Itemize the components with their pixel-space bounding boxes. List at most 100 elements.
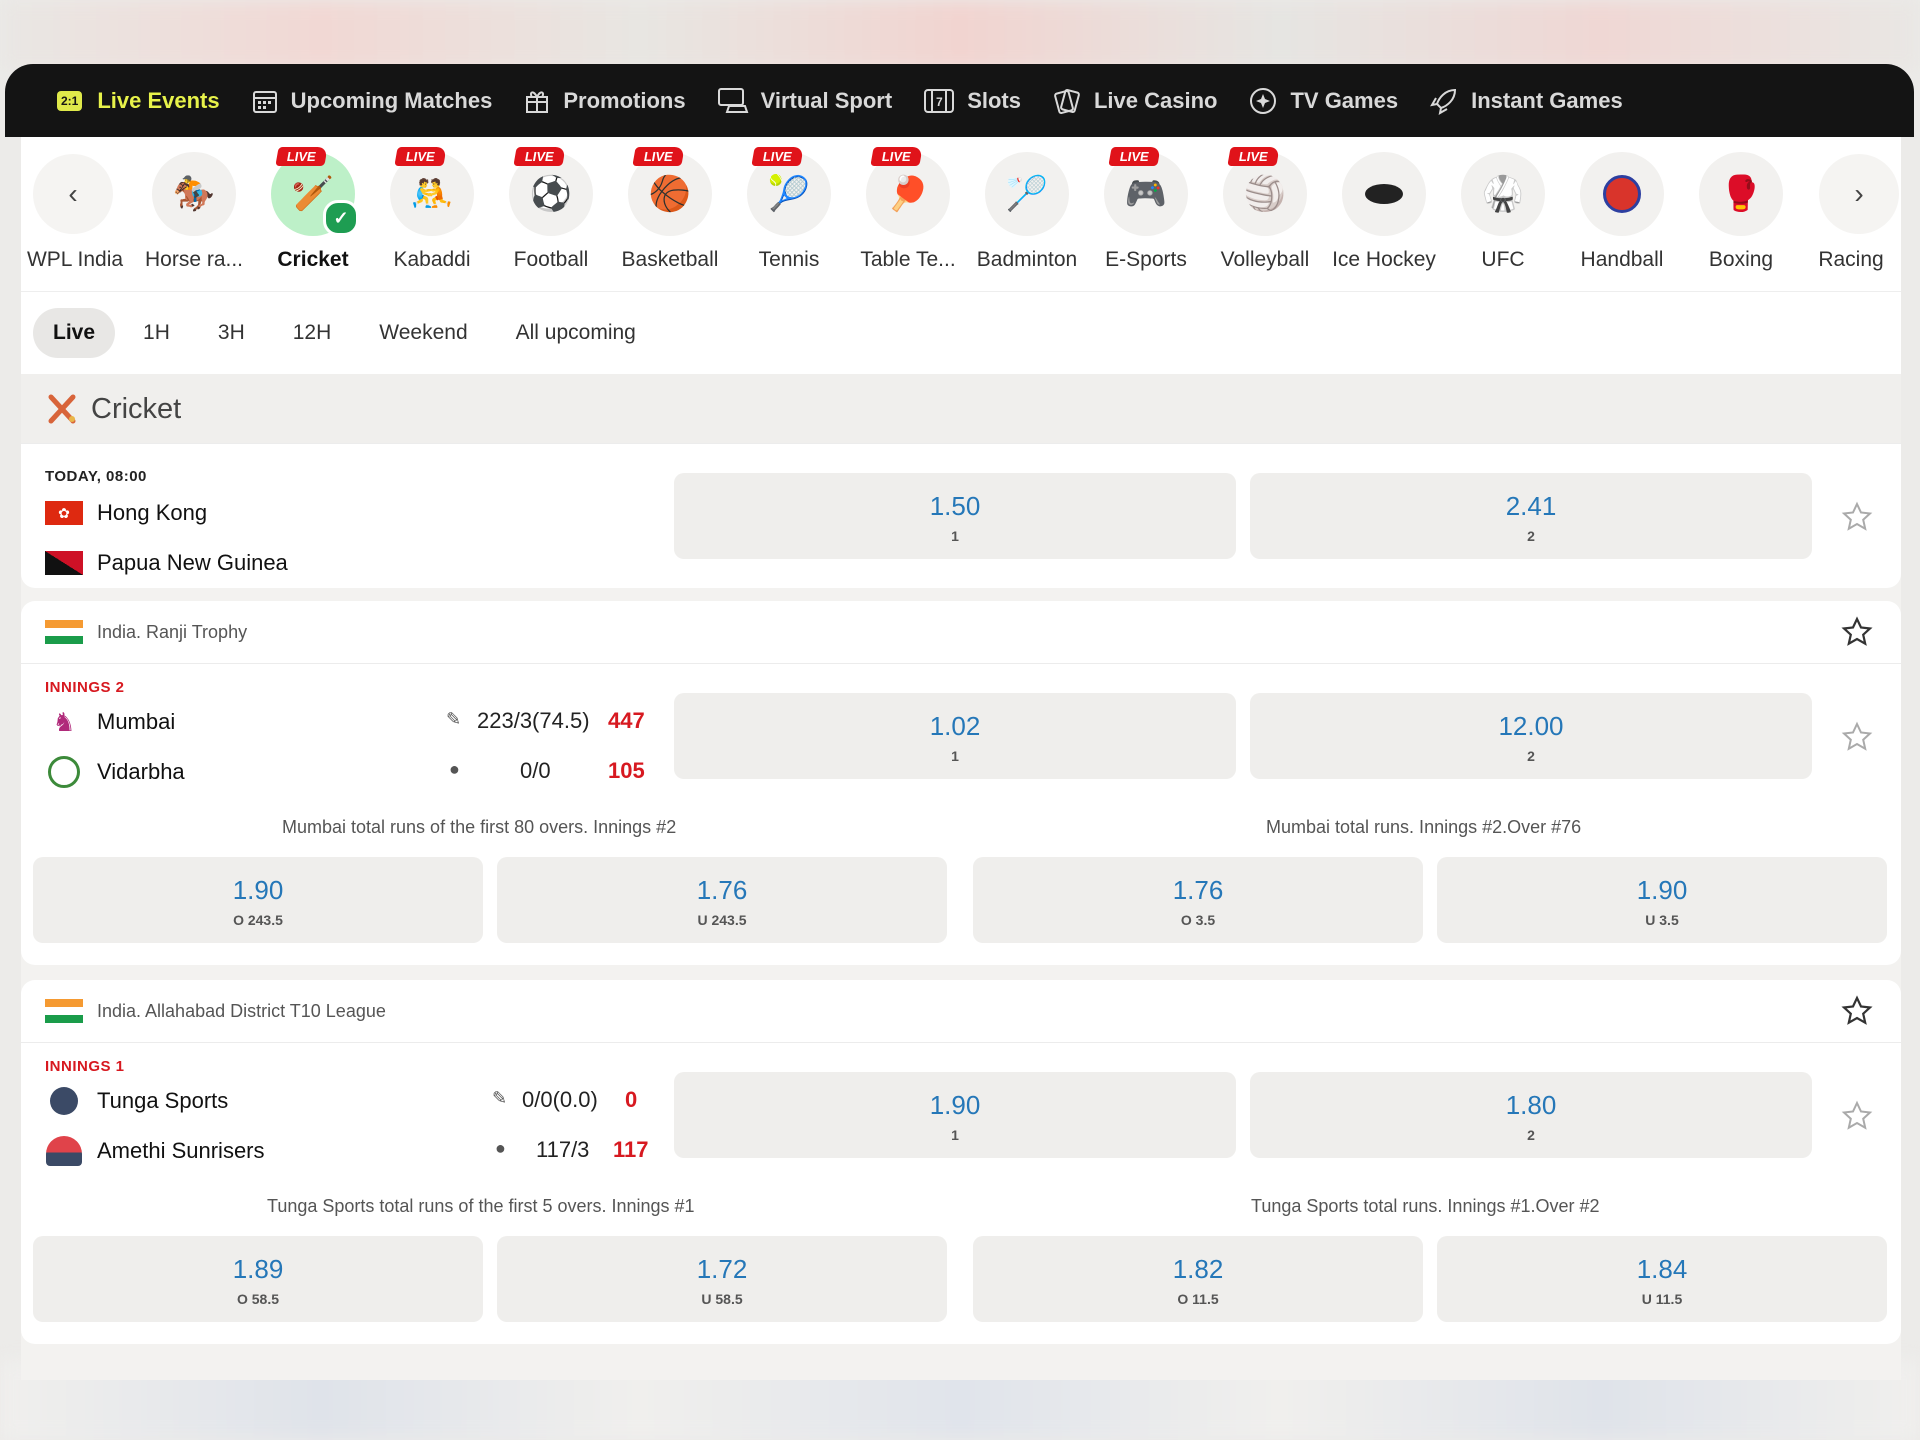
sport-badminton[interactable]: 🏸 Badminton xyxy=(967,152,1087,272)
total-odds-button[interactable]: 1.76 U 243.5 xyxy=(497,857,947,943)
odds-value: 1.90 xyxy=(929,1090,981,1120)
boxing-glove-icon: 🥊 xyxy=(1699,152,1783,236)
sport-esports[interactable]: 🎮 LIVE E-Sports xyxy=(1086,147,1206,272)
nav-virtual-sport[interactable]: Virtual Sport xyxy=(717,86,893,116)
ufc-helmet-icon: 🥋 xyxy=(1461,152,1545,236)
innings-label: INNINGS 2 xyxy=(45,679,125,696)
horse-racing-icon: 🏇 xyxy=(152,152,236,236)
live-badge: LIVE xyxy=(751,147,804,166)
gift-icon xyxy=(526,90,549,113)
odds-value: 1.76 xyxy=(696,875,748,905)
favorite-star-icon[interactable] xyxy=(1841,721,1873,753)
nav-live-events[interactable]: 2:1 Live Events xyxy=(57,88,220,114)
sport-ufc[interactable]: 🥋 UFC xyxy=(1443,152,1563,272)
nav-slots[interactable]: 7 Slots xyxy=(923,87,1021,115)
sports-carousel: ‹ WPL India 🏇 Horse ra... 🏏 LIVE ✓ Cricket… xyxy=(21,137,1901,291)
sport-boxing[interactable]: 🥊 Boxing xyxy=(1681,152,1801,272)
innings-label: INNINGS 1 xyxy=(45,1058,125,1075)
total-odds-button[interactable]: 1.89 O 58.5 xyxy=(33,1236,483,1322)
team-row: ♞ Mumbai xyxy=(45,707,175,737)
favorite-star-icon[interactable] xyxy=(1841,1100,1873,1132)
team-name: Mumbai xyxy=(97,709,176,734)
league-name: India. Allahabad District T10 League xyxy=(97,1000,386,1021)
team-logo-amethi-icon xyxy=(45,1136,83,1166)
team-score: 117/3 xyxy=(536,1137,590,1162)
sport-ice-hockey[interactable]: Ice Hockey xyxy=(1324,152,1444,272)
nav-label: Upcoming Matches xyxy=(290,87,493,113)
nav-label: Promotions xyxy=(563,87,686,113)
live-badge: LIVE xyxy=(1108,147,1161,166)
filter-1h[interactable]: 1H xyxy=(123,308,190,358)
sport-label: Horse ra... xyxy=(144,248,244,271)
filter-all-upcoming[interactable]: All upcoming xyxy=(496,308,656,358)
total-odds-button[interactable]: 1.72 U 58.5 xyxy=(497,1236,947,1322)
total-odds-button[interactable]: 1.76 O 3.5 xyxy=(973,857,1423,943)
dot-icon: ● xyxy=(449,759,460,779)
odds-button-1[interactable]: 1.90 1 xyxy=(674,1072,1236,1158)
odds-value: 1.84 xyxy=(1636,1254,1688,1284)
favorite-star-icon[interactable] xyxy=(1841,995,1873,1027)
sport-football[interactable]: ⚽ LIVE Football xyxy=(491,147,611,272)
odds-button-1[interactable]: 1.50 1 xyxy=(674,473,1236,559)
total-odds-button[interactable]: 1.90 O 243.5 xyxy=(33,857,483,943)
market-title: Mumbai total runs of the first 80 overs.… xyxy=(282,817,677,837)
odds-button-2[interactable]: 1.80 2 xyxy=(1250,1072,1812,1158)
total-odds-button[interactable]: 1.90 U 3.5 xyxy=(1437,857,1887,943)
filter-3h[interactable]: 3H xyxy=(198,308,265,358)
sport-table-tennis[interactable]: 🏓 LIVE Table Te... xyxy=(848,147,968,272)
sport-wpl-india[interactable]: WPL India xyxy=(15,152,135,272)
odds-label: 2 xyxy=(1527,528,1535,544)
nav-instant-games[interactable]: Instant Games xyxy=(1429,86,1623,116)
total-odds-button[interactable]: 1.84 U 11.5 xyxy=(1437,1236,1887,1322)
odds-value: 2.41 xyxy=(1505,491,1557,521)
sport-label: Handball xyxy=(1580,248,1664,271)
odds-button-2[interactable]: 12.00 2 xyxy=(1250,693,1812,779)
sport-cricket[interactable]: 🏏 LIVE ✓ Cricket xyxy=(253,147,373,272)
divider xyxy=(21,443,1901,444)
sport-basketball[interactable]: 🏀 LIVE Basketball xyxy=(610,147,730,272)
filter-weekend[interactable]: Weekend xyxy=(359,308,487,358)
nav-promotions[interactable]: Promotions xyxy=(523,87,686,115)
total-odds-button[interactable]: 1.82 O 11.5 xyxy=(973,1236,1423,1322)
match-card-hong-kong: TODAY, 08:00 ✿ Hong Kong Papua New Guine… xyxy=(21,443,1901,588)
rocket-icon xyxy=(1430,88,1457,115)
sport-label: Kabaddi xyxy=(393,248,471,271)
sport-kabaddi[interactable]: 🤼 LIVE Kabaddi xyxy=(372,147,492,272)
odds-button-1[interactable]: 1.02 1 xyxy=(674,693,1236,779)
sport-tennis[interactable]: 🎾 LIVE Tennis xyxy=(729,147,849,272)
sport-label: Boxing xyxy=(1708,248,1774,271)
top-nav: 2:1 Live Events Upcoming Matches Promoti… xyxy=(5,64,1914,137)
sport-label: WPL India xyxy=(26,248,124,271)
nav-live-casino[interactable]: Live Casino xyxy=(1052,86,1217,116)
football-icon: ⚽ LIVE xyxy=(509,147,593,236)
nav-tv-games[interactable]: TV Games xyxy=(1248,86,1398,116)
odds-value: 1.89 xyxy=(232,1254,284,1284)
favorite-star-icon[interactable] xyxy=(1841,616,1873,648)
virtual-sport-icon xyxy=(717,87,748,113)
kabaddi-icon: 🤼 LIVE xyxy=(390,147,474,236)
match-card-tunga-amethi: India. Allahabad District T10 League INN… xyxy=(21,980,1901,1344)
filter-live[interactable]: Live xyxy=(33,308,116,358)
score-21-icon: 2:1 xyxy=(57,90,83,111)
odds-label: U 11.5 xyxy=(1641,1291,1683,1307)
carousel-next-button[interactable]: › xyxy=(1819,154,1899,234)
sport-volleyball[interactable]: 🏐 LIVE Volleyball xyxy=(1205,147,1325,272)
tennis-icon: 🎾 LIVE xyxy=(747,147,831,236)
sport-label: Basketball xyxy=(621,248,719,271)
odds-value: 1.72 xyxy=(696,1254,748,1284)
sport-horse-racing[interactable]: 🏇 Horse ra... xyxy=(134,152,254,272)
odds-value: 1.76 xyxy=(1172,875,1224,905)
nav-label: Virtual Sport xyxy=(760,87,893,113)
odds-label: O 11.5 xyxy=(1177,1291,1219,1307)
odds-button-2[interactable]: 2.41 2 xyxy=(1250,473,1812,559)
filter-12h[interactable]: 12H xyxy=(273,308,352,358)
svg-text:7: 7 xyxy=(936,95,943,109)
sport-handball[interactable]: Handball xyxy=(1562,152,1682,272)
nav-upcoming-matches[interactable]: Upcoming Matches xyxy=(251,87,493,115)
batting-indicator-icon: ✎ xyxy=(492,1088,508,1108)
live-badge: LIVE xyxy=(275,147,328,166)
favorite-star-icon[interactable] xyxy=(1841,501,1873,533)
handball-icon xyxy=(1580,152,1664,236)
basketball-icon: 🏀 LIVE xyxy=(628,147,712,236)
odds-value: 1.90 xyxy=(1636,875,1688,905)
